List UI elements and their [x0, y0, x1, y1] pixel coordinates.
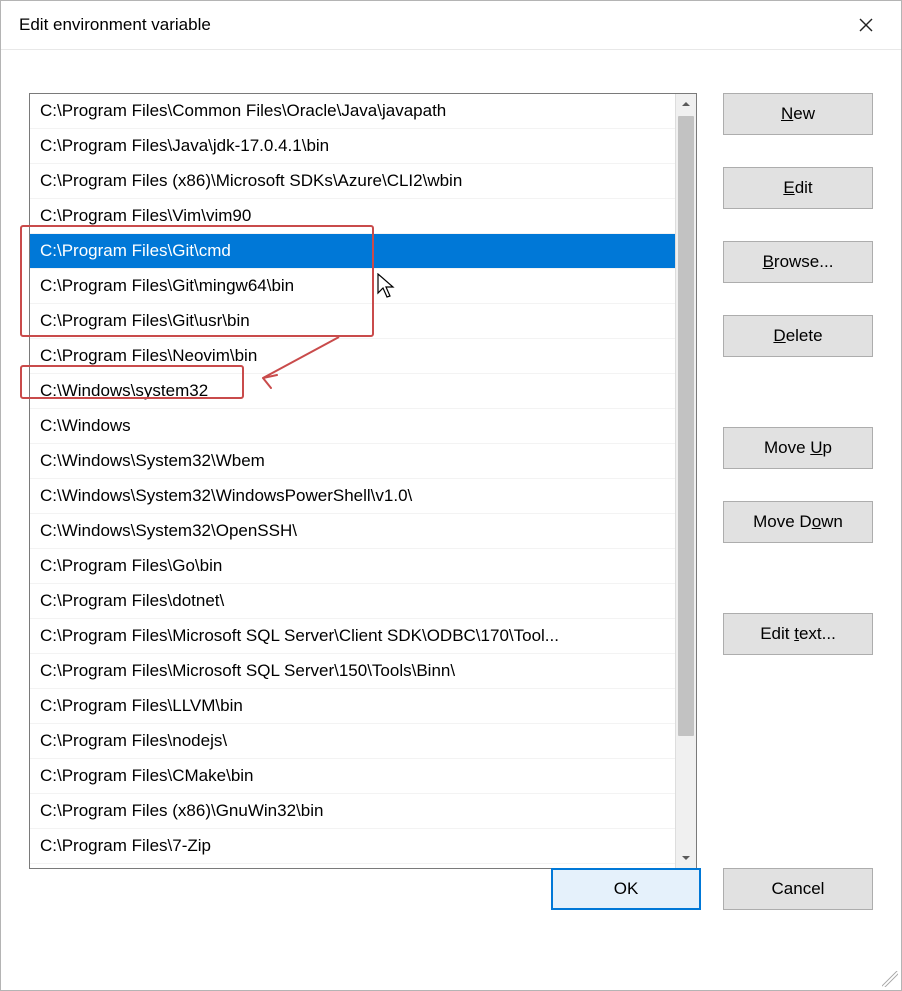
vertical-scrollbar[interactable]: [675, 94, 696, 868]
path-list-item[interactable]: C:\Windows\System32\WindowsPowerShell\v1…: [30, 479, 675, 514]
dialog-bottom-buttons: OK Cancel: [551, 868, 873, 910]
scroll-down-button[interactable]: [676, 848, 696, 868]
path-list-item[interactable]: C:\Program Files\Git\mingw64\bin: [30, 269, 675, 304]
cancel-button[interactable]: Cancel: [723, 868, 873, 910]
scroll-up-button[interactable]: [676, 94, 696, 114]
ok-button[interactable]: OK: [551, 868, 701, 910]
path-list-item[interactable]: C:\Windows\system32: [30, 374, 675, 409]
path-list-item[interactable]: C:\Program Files\Common Files\Oracle\Jav…: [30, 94, 675, 129]
move-up-button[interactable]: Move Up: [723, 427, 873, 469]
path-list-item[interactable]: C:\Program Files (x86)\GnuWin32\bin: [30, 794, 675, 829]
close-icon: [859, 18, 873, 32]
path-list-item[interactable]: C:\Program Files\dotnet\: [30, 584, 675, 619]
path-list-item[interactable]: C:\Program Files\nodejs\: [30, 724, 675, 759]
path-list-item[interactable]: C:\Windows: [30, 409, 675, 444]
chevron-down-icon: [681, 853, 691, 863]
scroll-thumb[interactable]: [678, 116, 694, 736]
path-list[interactable]: C:\Program Files\Common Files\Oracle\Jav…: [29, 93, 697, 869]
chevron-up-icon: [681, 99, 691, 109]
path-list-viewport: C:\Program Files\Common Files\Oracle\Jav…: [30, 94, 675, 868]
delete-button[interactable]: Delete: [723, 315, 873, 357]
path-list-item[interactable]: C:\Windows\System32\Wbem: [30, 444, 675, 479]
dialog-window: Edit environment variable C:\Program Fil…: [0, 0, 902, 991]
path-list-item[interactable]: C:\Program Files\Microsoft SQL Server\Cl…: [30, 619, 675, 654]
path-list-item[interactable]: C:\Windows\System32\OpenSSH\: [30, 514, 675, 549]
action-button-column: New Edit Browse... Delete Move Up Move D…: [723, 93, 873, 655]
resize-grip[interactable]: [882, 971, 898, 987]
path-list-item[interactable]: C:\Program Files\Neovim\bin: [30, 339, 675, 374]
path-list-item[interactable]: C:\Program Files\7-Zip: [30, 829, 675, 864]
path-list-item[interactable]: C:\Program Files\Git\cmd: [30, 234, 675, 269]
browse-button[interactable]: Browse...: [723, 241, 873, 283]
window-title: Edit environment variable: [19, 15, 211, 35]
path-list-item[interactable]: C:\Program Files\Go\bin: [30, 549, 675, 584]
titlebar: Edit environment variable: [1, 1, 901, 50]
edit-text-button[interactable]: Edit text...: [723, 613, 873, 655]
close-button[interactable]: [843, 5, 889, 45]
path-list-item[interactable]: C:\Program Files (x86)\Windows Kits\10\W…: [30, 864, 675, 868]
path-list-item[interactable]: C:\Program Files\Java\jdk-17.0.4.1\bin: [30, 129, 675, 164]
path-list-item[interactable]: C:\Program Files\Microsoft SQL Server\15…: [30, 654, 675, 689]
path-list-item[interactable]: C:\Program Files (x86)\Microsoft SDKs\Az…: [30, 164, 675, 199]
dialog-content: C:\Program Files\Common Files\Oracle\Jav…: [29, 93, 873, 952]
new-button[interactable]: New: [723, 93, 873, 135]
path-list-item[interactable]: C:\Program Files\LLVM\bin: [30, 689, 675, 724]
move-down-button[interactable]: Move Down: [723, 501, 873, 543]
path-list-item[interactable]: C:\Program Files\Vim\vim90: [30, 199, 675, 234]
edit-button[interactable]: Edit: [723, 167, 873, 209]
path-list-item[interactable]: C:\Program Files\CMake\bin: [30, 759, 675, 794]
path-list-item[interactable]: C:\Program Files\Git\usr\bin: [30, 304, 675, 339]
